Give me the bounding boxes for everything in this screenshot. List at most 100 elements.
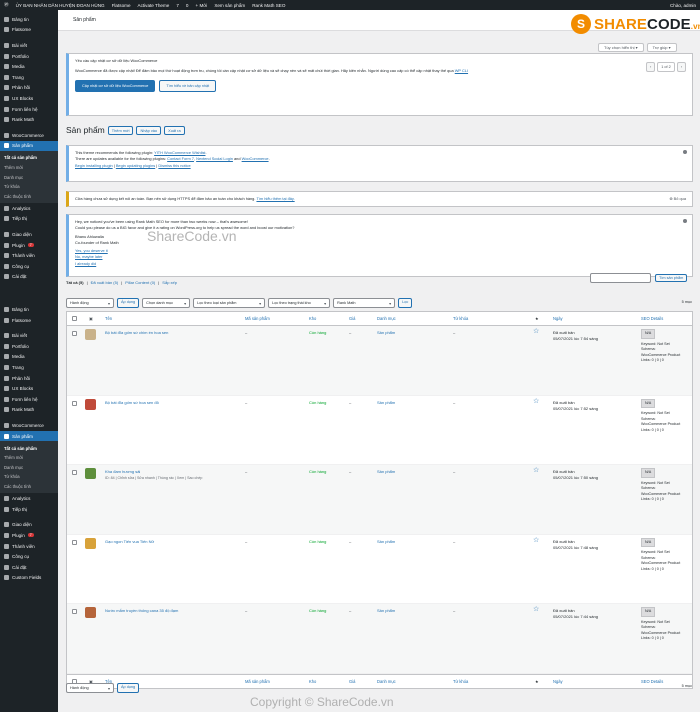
woocommerce-link[interactable]: WooCommerce xyxy=(242,156,269,161)
product-thumbnail[interactable] xyxy=(85,329,96,340)
submenu-item[interactable]: Các thuộc tính xyxy=(0,192,58,202)
sidebar-item[interactable]: Sản phẩm xyxy=(0,430,58,442)
col-stock[interactable]: Kho xyxy=(309,316,316,321)
activate-theme-link[interactable]: Activate Theme xyxy=(138,3,170,8)
site-name[interactable]: ỦY BAN NHÂN DÂN HUYỆN ĐOAN HÙNG xyxy=(16,3,105,8)
sidebar-item[interactable]: Tiếp thị xyxy=(0,504,58,515)
rate-later-link[interactable]: No, maybe later xyxy=(75,254,102,259)
sidebar-item[interactable]: Analytics xyxy=(0,203,58,214)
sidebar-item[interactable]: Sản phẩm xyxy=(0,140,58,152)
filter-button[interactable]: Lọc xyxy=(398,298,413,308)
learn-update-button[interactable]: Tìm hiểu về bản cập nhật xyxy=(159,79,217,92)
apply-button-bottom[interactable]: Áp dụng xyxy=(117,683,140,693)
category-link[interactable]: Sản phẩm xyxy=(377,608,395,613)
apply-button[interactable]: Áp dụng xyxy=(117,298,140,308)
sidebar-item[interactable]: Bài viết xyxy=(0,40,58,51)
product-thumbnail[interactable] xyxy=(85,607,96,618)
row-actions[interactable]: ID: 84 | Chỉnh sửa | Sửa nhanh | Thùng r… xyxy=(105,476,202,480)
submenu-item[interactable]: Tất cả sản phẩm xyxy=(0,443,58,453)
product-name-link[interactable]: Bộ bát đĩa gốm sứ chim én hoa sen xyxy=(105,330,168,335)
sidebar-item[interactable]: Trang xyxy=(0,72,58,83)
category-link[interactable]: Sản phẩm xyxy=(377,330,395,335)
rate-yes-link[interactable]: Yes, you deserve it xyxy=(75,248,108,253)
featured-star-icon[interactable]: ☆ xyxy=(533,327,539,335)
status-published[interactable]: Đã xuất bản (5) xyxy=(91,280,119,285)
col-date[interactable]: Ngày xyxy=(553,316,563,321)
submenu-item[interactable]: Từ khóa xyxy=(0,182,58,192)
begin-updating-link[interactable]: Begin updating plugins xyxy=(116,163,155,168)
sidebar-item[interactable]: Giao diện xyxy=(0,520,58,531)
product-name-link[interactable]: Nước mắm truyền thống cana 35 độ đạm xyxy=(105,608,178,613)
category-link[interactable]: Sản phẩm xyxy=(377,400,395,405)
col-tag[interactable]: Từ khóa xyxy=(453,679,468,684)
sidebar-item[interactable]: Thành viên xyxy=(0,541,58,552)
import-button[interactable]: Nhập vào xyxy=(136,125,162,135)
sidebar-item[interactable]: Media xyxy=(0,61,58,72)
product-type-select[interactable]: Lọc theo loại sản phẩm xyxy=(193,298,266,308)
account-greeting[interactable]: Chào, admin xyxy=(670,3,696,8)
learn-more-link[interactable]: Tìm hiểu thêm tại đây. xyxy=(256,196,294,201)
dismiss-notice-link[interactable]: Dismiss this notice xyxy=(158,163,190,168)
status-sort[interactable]: Sắp xếp xyxy=(162,280,177,285)
product-name-link[interactable]: Gạo ngon Tiến vua Tiến Nữ xyxy=(105,539,154,544)
status-pillar[interactable]: Pillar Content (0) xyxy=(125,280,155,285)
comments-count[interactable]: 0 xyxy=(186,3,189,8)
search-products-button[interactable]: Tìm sản phẩm xyxy=(655,274,688,282)
search-input[interactable] xyxy=(590,273,651,283)
sidebar-item[interactable]: UX Blocks xyxy=(0,93,58,104)
rate-done-link[interactable]: I already did xyxy=(75,261,96,266)
sidebar-item[interactable]: Plugin 7 xyxy=(0,530,58,541)
add-new-button[interactable]: Thêm mới xyxy=(107,125,134,135)
category-link[interactable]: Sản phẩm xyxy=(377,539,395,544)
table-row[interactable]: Kha đam hương sải ID: 84 | Chỉnh sửa | Sử… xyxy=(67,465,692,535)
submenu-item[interactable]: Thêm mới xyxy=(0,453,58,463)
sidebar-item[interactable]: Công cụ xyxy=(0,551,58,562)
submenu-item[interactable]: Các thuộc tính xyxy=(0,482,58,492)
select-all-checkbox[interactable] xyxy=(72,316,77,321)
sidebar-item[interactable]: Form liên hệ xyxy=(0,394,58,405)
prev-notice-button[interactable]: ‹ xyxy=(645,62,656,73)
rankmath-menu[interactable]: Rank Math SEO xyxy=(252,3,285,8)
nextend-link[interactable]: Nextend Social Login xyxy=(196,156,233,161)
product-thumbnail[interactable] xyxy=(85,468,96,479)
row-checkbox[interactable] xyxy=(72,609,77,614)
featured-star-icon[interactable]: ☆ xyxy=(533,397,539,405)
updates-count[interactable]: 7 xyxy=(176,3,179,8)
submenu-item[interactable]: Danh mục xyxy=(0,172,58,182)
featured-star-icon[interactable]: ☆ xyxy=(533,605,539,613)
sidebar-item[interactable]: Phản hồi xyxy=(0,373,58,384)
col-sku[interactable]: Mã sản phẩm xyxy=(245,316,270,321)
table-row[interactable]: Bộ bát đĩa gốm sứ hoa sen đỏ – Còn hàng – Sả… xyxy=(67,396,692,465)
sidebar-item[interactable]: Rank Math xyxy=(0,114,58,125)
sidebar-item[interactable]: Công cụ xyxy=(0,261,58,272)
product-thumbnail[interactable] xyxy=(85,398,96,410)
col-stock[interactable]: Kho xyxy=(309,679,316,684)
table-row[interactable]: Bộ bát đĩa gốm sứ chim én hoa sen – Còn hà… xyxy=(67,326,692,396)
sidebar-item[interactable]: Tiếp thị xyxy=(0,214,58,225)
bulk-action-select[interactable]: Hành động xyxy=(66,298,114,308)
close-icon[interactable] xyxy=(683,150,687,154)
submenu-item[interactable]: Danh mục xyxy=(0,463,58,473)
category-link[interactable]: Sản phẩm xyxy=(377,469,395,474)
sidebar-item[interactable]: Bảng tin xyxy=(0,304,58,315)
col-seo[interactable]: SEO Details xyxy=(641,316,663,321)
row-checkbox[interactable] xyxy=(72,400,77,406)
product-thumbnail[interactable] xyxy=(85,537,96,549)
submenu-item[interactable]: Tất cả sản phẩm xyxy=(0,153,58,163)
update-db-button[interactable]: Cập nhật cơ sở dữ liệu WooCommerce xyxy=(75,79,156,92)
row-checkbox[interactable] xyxy=(72,539,77,545)
category-select[interactable]: Chọn danh mục xyxy=(142,298,191,308)
row-checkbox[interactable] xyxy=(72,331,77,336)
product-name-link[interactable]: Kha đam hương sải xyxy=(105,469,140,474)
submenu-item[interactable]: Từ khóa xyxy=(0,472,58,482)
sidebar-item[interactable]: Custom Fields xyxy=(0,573,58,584)
sidebar-item[interactable]: WooCommerce xyxy=(0,130,58,141)
sidebar-item[interactable]: Phản hồi xyxy=(0,83,58,94)
product-name-link[interactable]: Bộ bát đĩa gốm sứ hoa sen đỏ xyxy=(105,400,159,405)
help-button[interactable]: Trợ giúp ▾ xyxy=(646,43,677,52)
sidebar-item[interactable]: UX Blocks xyxy=(0,383,58,394)
sidebar-item[interactable]: Trang xyxy=(0,362,58,373)
col-name[interactable]: Tên xyxy=(105,316,112,321)
status-all[interactable]: Tất cả (5) xyxy=(66,280,84,285)
export-button[interactable]: Xuất ra xyxy=(164,125,185,135)
